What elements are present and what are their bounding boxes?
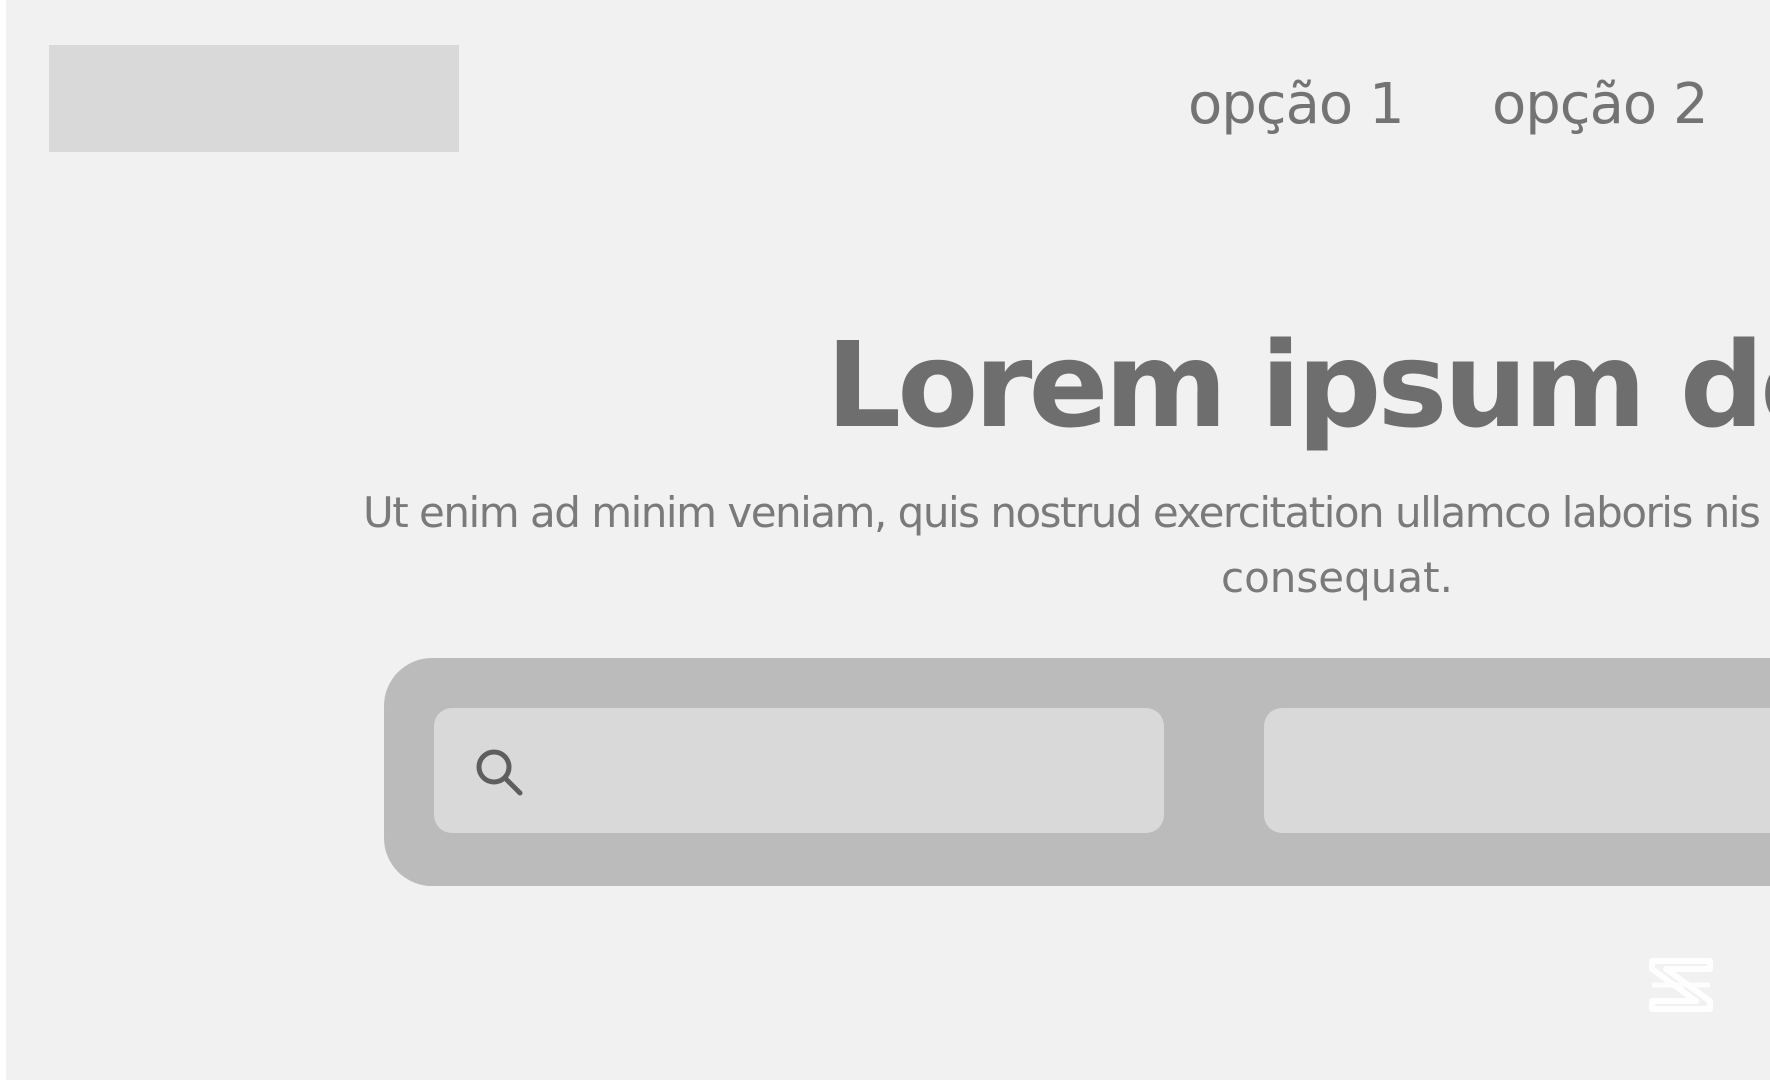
- search-input[interactable]: [434, 708, 1164, 833]
- hero-title: Lorem ipsum dolo: [826, 316, 1770, 454]
- search-bar: [384, 658, 1770, 886]
- search-icon: [476, 749, 523, 796]
- top-navigation: opção 1 opção 2: [6, 70, 1770, 150]
- hero-subtitle-line-1: Ut enim ad minim veniam, quis nostrud ex…: [363, 488, 1761, 537]
- secondary-input[interactable]: [1264, 708, 1770, 833]
- nav-item-option-2[interactable]: opção 2: [1492, 70, 1709, 140]
- landing-page: opção 1 opção 2 Lorem ipsum dolo Ut enim…: [6, 0, 1770, 1080]
- capcut-logo-icon: [1649, 958, 1713, 1012]
- hero-subtitle-line-2: consequat.: [1221, 553, 1453, 602]
- nav-item-option-1[interactable]: opção 1: [1188, 70, 1405, 140]
